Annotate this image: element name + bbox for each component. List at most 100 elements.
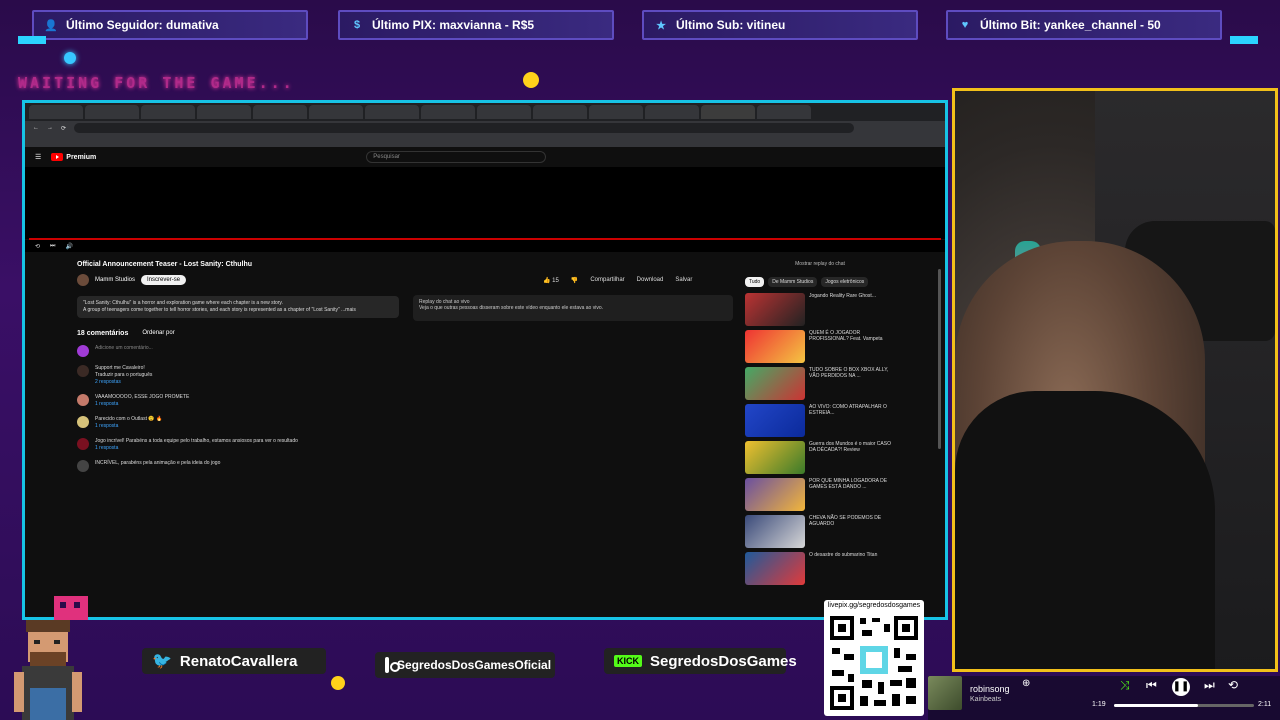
tab[interactable] [29, 105, 83, 119]
thumbnail [745, 478, 805, 511]
tab[interactable] [197, 105, 251, 119]
rec-item[interactable]: CHEVA NÃO SE PODEMOS DE AGUARDO [745, 515, 895, 549]
channel-avatar[interactable] [77, 274, 89, 286]
tab[interactable] [365, 105, 419, 119]
save-button[interactable]: Salvar [675, 277, 692, 284]
video-player[interactable] [25, 167, 945, 239]
rec-item[interactable]: POR QUE MINHA LOGADORA DE GAMES ESTÁ DAN… [745, 478, 895, 512]
tab[interactable] [85, 105, 139, 119]
instagram-handle[interactable]: SegredosDosGamesOficial [375, 652, 555, 678]
back-icon[interactable]: ← [33, 125, 39, 131]
avatar [77, 460, 89, 472]
avatar [77, 394, 89, 406]
chip[interactable]: Jogos eletrônicos [821, 277, 869, 287]
chip[interactable]: Tudo [745, 277, 765, 287]
tab[interactable] [421, 105, 475, 119]
next-track-icon[interactable]: ⏭ [1204, 678, 1215, 693]
channel-name[interactable]: Mamm Studios [95, 277, 135, 283]
scrollbar[interactable] [938, 269, 941, 449]
chip[interactable]: De Mamm Studios [768, 277, 818, 287]
alert-bit-text: Último Bit: yankee_channel - 50 [980, 18, 1161, 32]
rec-item[interactable]: QUEM É O JOGADOR PROFISSIONAL? Feat. Vam… [745, 330, 895, 364]
thumbnail [745, 293, 805, 326]
download-button[interactable]: Download [637, 277, 664, 284]
replies-link[interactable]: 1 resposta [95, 401, 189, 408]
yt-logo[interactable]: Premium [51, 153, 96, 161]
pause-icon[interactable]: ❚❚ [1172, 678, 1190, 696]
kick-text: SegredosDosGames [650, 652, 797, 670]
url-field[interactable] [74, 123, 855, 133]
thumbnail [745, 515, 805, 548]
replies-link[interactable]: 2 respostas [95, 379, 152, 386]
tab-active[interactable] [701, 105, 755, 119]
volume-icon[interactable]: 🔊 [65, 243, 72, 250]
tab[interactable] [477, 105, 531, 119]
sort-button[interactable]: Ordenar por [142, 330, 174, 337]
rec-item[interactable]: Guerra dos Mundos é o maior CASO DA DÉCA… [745, 441, 895, 475]
song-title: robinsong [970, 684, 1010, 694]
user-icon: 👤 [44, 19, 58, 32]
comment: INCRÍVEL, parabéns pela animação e pela … [77, 460, 737, 472]
description-box[interactable]: "Lost Sanity: Cthulhu" is a horror and e… [77, 296, 399, 318]
description-line: A group of teenagers come together to te… [83, 307, 356, 313]
menu-icon[interactable]: ☰ [35, 153, 41, 161]
tab[interactable] [533, 105, 587, 119]
rec-item[interactable]: AO VIVO: COMO ATRAPALHAR O ESTREIA... [745, 404, 895, 438]
browser-window: ← → ⟳ ☰ Premium Pesquisar ⟲ ⏭ 🔊 Official… [22, 100, 948, 620]
add-comment-row[interactable]: Adicione um comentário... [77, 345, 737, 357]
subscribe-button[interactable]: Inscrever-se [141, 275, 187, 285]
track-progress[interactable] [1114, 704, 1254, 707]
avatar [77, 345, 89, 357]
tab[interactable] [589, 105, 643, 119]
tab[interactable] [141, 105, 195, 119]
track-progress-fill [1114, 704, 1198, 707]
thumbnail [745, 441, 805, 474]
tab[interactable] [253, 105, 307, 119]
add-comment-input[interactable]: Adicione um comentário... [95, 345, 153, 357]
add-icon[interactable]: ⊕ [1022, 678, 1030, 689]
cam-shirt [955, 391, 1215, 669]
qr-code[interactable]: livepix.gg/segredosdosgames [824, 600, 924, 716]
rec-title: O desastre do submarino Titan [809, 552, 878, 558]
chat-replay-button[interactable]: Mostrar replay do chat [745, 261, 895, 267]
decor-dot-yellow [523, 72, 539, 88]
share-button[interactable]: Compartilhar [590, 277, 624, 284]
replies-link[interactable]: 1 resposta [95, 445, 298, 452]
rec-item[interactable]: TUDO SOBRE O BOX XBOX ALLY, VÃO PERDIDOS… [745, 367, 895, 401]
rec-title: POR QUE MINHA LOGADORA DE GAMES ESTÁ DAN… [809, 478, 888, 490]
repeat-icon[interactable]: ⟲ [1228, 678, 1238, 692]
album-art [928, 676, 962, 710]
decor-dot-blue [64, 52, 76, 64]
webcam-feed [952, 88, 1278, 672]
thumbnail [745, 367, 805, 400]
rec-item[interactable]: O desastre do submarino Titan [745, 552, 895, 586]
next-icon[interactable]: ⏭ [50, 243, 55, 250]
star-icon: ★ [656, 19, 666, 32]
alert-sub: ★ Último Sub: vitineu [642, 10, 918, 40]
twitter-handle[interactable]: 🐦 RenatoCavallera [142, 648, 326, 674]
time-current: 1:19 [1092, 701, 1106, 708]
kick-handle[interactable]: KICK SegredosDosGames [604, 648, 797, 674]
twitter-text: RenatoCavallera [179, 652, 298, 670]
bookmarks-bar [25, 135, 945, 147]
tab[interactable] [645, 105, 699, 119]
chat-replay-box: Replay do chat ao vivo Veja o que outras… [413, 295, 733, 321]
replay-icon[interactable]: ⟲ [35, 243, 40, 250]
heart-icon: ♥ [961, 19, 969, 31]
rec-title: Jogando Reality Rare Ghost... [809, 293, 876, 299]
translate-link[interactable]: Traduzir para o português [95, 372, 152, 379]
search-input[interactable]: Pesquisar [366, 151, 547, 163]
dislike-icon[interactable]: 👎 [571, 277, 578, 284]
reload-icon[interactable]: ⟳ [61, 125, 66, 132]
shuffle-icon[interactable]: ⤨ [1120, 678, 1130, 693]
previous-icon[interactable]: ⏮ [1146, 678, 1157, 693]
alert-sub-text: Último Sub: vitineu [676, 18, 786, 32]
like-count: 15 [552, 278, 559, 284]
tab[interactable] [309, 105, 363, 119]
tab[interactable] [757, 105, 811, 119]
rec-item[interactable]: Jogando Reality Rare Ghost... [745, 293, 895, 327]
like-button[interactable]: 👍 15 [543, 277, 559, 284]
browser-tabs[interactable] [25, 103, 945, 121]
replies-link[interactable]: 1 resposta [95, 423, 162, 430]
forward-icon[interactable]: → [47, 125, 53, 131]
